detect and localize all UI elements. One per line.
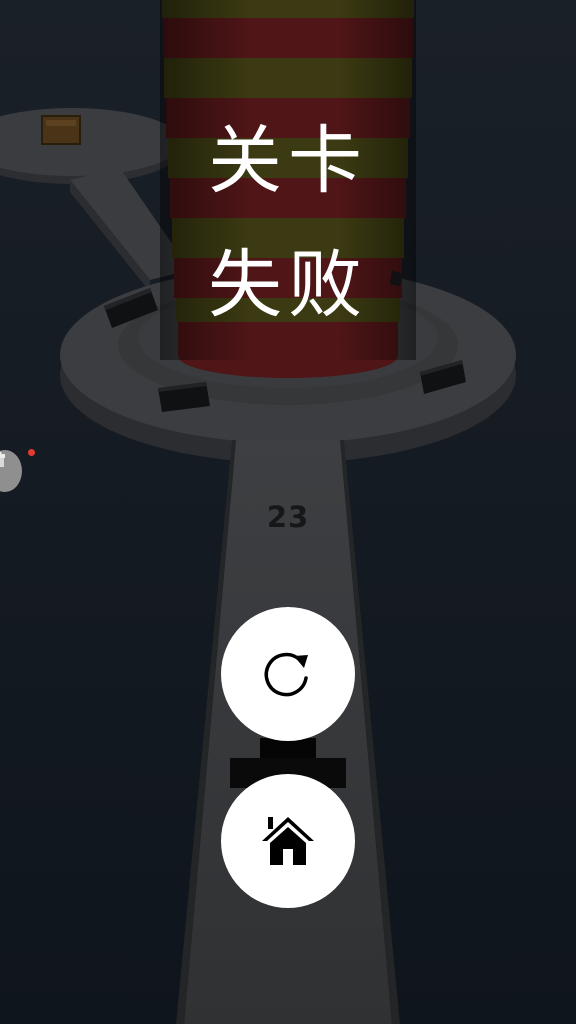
home-icon: [262, 817, 314, 865]
restart-button[interactable]: [221, 607, 355, 741]
notification-dot: [28, 449, 35, 456]
distance-marker: 23: [266, 500, 310, 534]
level-failed-title-line-1: 关卡: [208, 118, 368, 204]
gift-icon: [0, 451, 5, 467]
game-scene: 关卡 失败 23: [0, 0, 576, 1024]
restart-icon: [264, 652, 308, 697]
level-failed-title-line-2: 失败: [208, 242, 368, 328]
home-button[interactable]: [221, 774, 355, 908]
